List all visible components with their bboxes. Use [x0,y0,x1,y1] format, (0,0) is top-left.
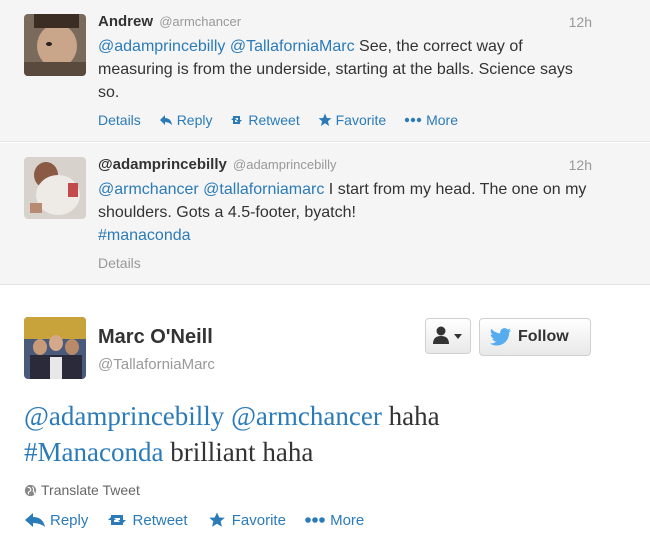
reply-tweet-andrew[interactable]: Andrew @armchancer 12h @adamprincebilly … [0,0,650,142]
avatar[interactable] [24,157,86,219]
favorite-star-icon [318,113,332,126]
tweet-text-body: brilliant haha [170,437,314,467]
retweet-label: Retweet [132,512,188,529]
username[interactable]: @armchancer [159,14,241,29]
reply-tweet-adamprincebilly[interactable]: @adamprincebilly @adamprincebilly 12h @a… [0,143,650,285]
more-button[interactable]: More [404,110,458,130]
tweet-conversation: Andrew @armchancer 12h @adamprincebilly … [0,0,650,552]
favorite-button[interactable]: Favorite [206,512,286,529]
mention-link[interactable]: @armchancer [231,401,382,431]
retweet-icon [107,515,126,525]
favorite-label: Favorite [335,112,387,128]
fullname[interactable]: Andrew [98,13,153,30]
more-dots-icon [305,517,325,523]
avatar[interactable] [24,317,86,379]
mention-link[interactable]: @tallaforniamarc [203,181,324,198]
tweet-text: @armchancer @tallaforniamarc I start fro… [98,178,592,247]
retweet-label: Retweet [248,112,300,128]
tweet-actions: Details [98,253,592,273]
follow-label: Follow [518,328,569,345]
fullname[interactable]: Marc O'Neill [98,326,213,349]
avatar[interactable] [24,14,86,76]
details-link[interactable]: Details [98,253,141,273]
tweet-text-body: haha [388,401,440,431]
mention-link[interactable]: @adamprincebilly [24,401,224,431]
retweet-button[interactable]: Retweet [107,512,188,529]
username[interactable]: @TallaforniaMarc [98,356,215,373]
tweet-content: Andrew @armchancer 12h @adamprincebilly … [98,12,592,130]
favorite-star-icon [208,512,225,527]
favorite-label: Favorite [231,512,286,529]
translate-tweet-link[interactable]: Translate Tweet [24,482,140,498]
timestamp[interactable]: 12h [569,155,592,175]
mention-link[interactable]: @adamprincebilly [98,38,225,55]
more-dots-icon [404,117,422,123]
tweet-text: @adamprincebilly @TallaforniaMarc See, t… [98,35,592,104]
translate-label: Translate Tweet [41,482,140,498]
mention-link[interactable]: @armchancer [98,181,199,198]
reply-label: Reply [50,512,89,529]
twitter-bird-icon [490,328,512,346]
retweet-icon [231,116,243,124]
hashtag-link[interactable]: #manaconda [98,227,191,244]
timestamp[interactable]: 12h [569,12,592,32]
reply-button[interactable]: Reply [159,110,213,130]
favorite-button[interactable]: Favorite [318,110,387,130]
more-button[interactable]: More [304,512,364,529]
fullname[interactable]: @adamprincebilly [98,156,227,173]
tweet-header: Andrew @armchancer 12h [98,12,592,32]
permalink-tweet: Marc O'Neill @TallaforniaMarc Follow @ad… [0,286,650,552]
reply-button[interactable]: Reply [24,512,88,529]
more-label: More [426,112,458,128]
details-link[interactable]: Details [98,110,141,130]
more-label: More [330,512,365,529]
user-dropdown-icon [433,326,462,344]
tweet-actions: Reply Retweet Favorite More [24,512,378,529]
retweet-button[interactable]: Retweet [230,110,300,130]
reply-icon [25,513,45,527]
globe-icon [24,484,37,497]
tweet-actions: Details Reply Retweet Favorite More [98,110,592,130]
username[interactable]: @adamprincebilly [233,157,337,172]
follow-button[interactable]: Follow [479,318,591,356]
reply-label: Reply [176,112,213,128]
mention-link[interactable]: @TallaforniaMarc [230,38,355,55]
reply-icon [159,115,172,125]
tweet-content: @adamprincebilly @adamprincebilly 12h @a… [98,155,592,273]
tweet-header: @adamprincebilly @adamprincebilly 12h [98,155,592,175]
user-actions-dropdown[interactable] [425,318,471,354]
tweet-text: @adamprincebilly @armchancer haha #Manac… [24,398,624,470]
hashtag-link[interactable]: #Manaconda [24,437,163,467]
